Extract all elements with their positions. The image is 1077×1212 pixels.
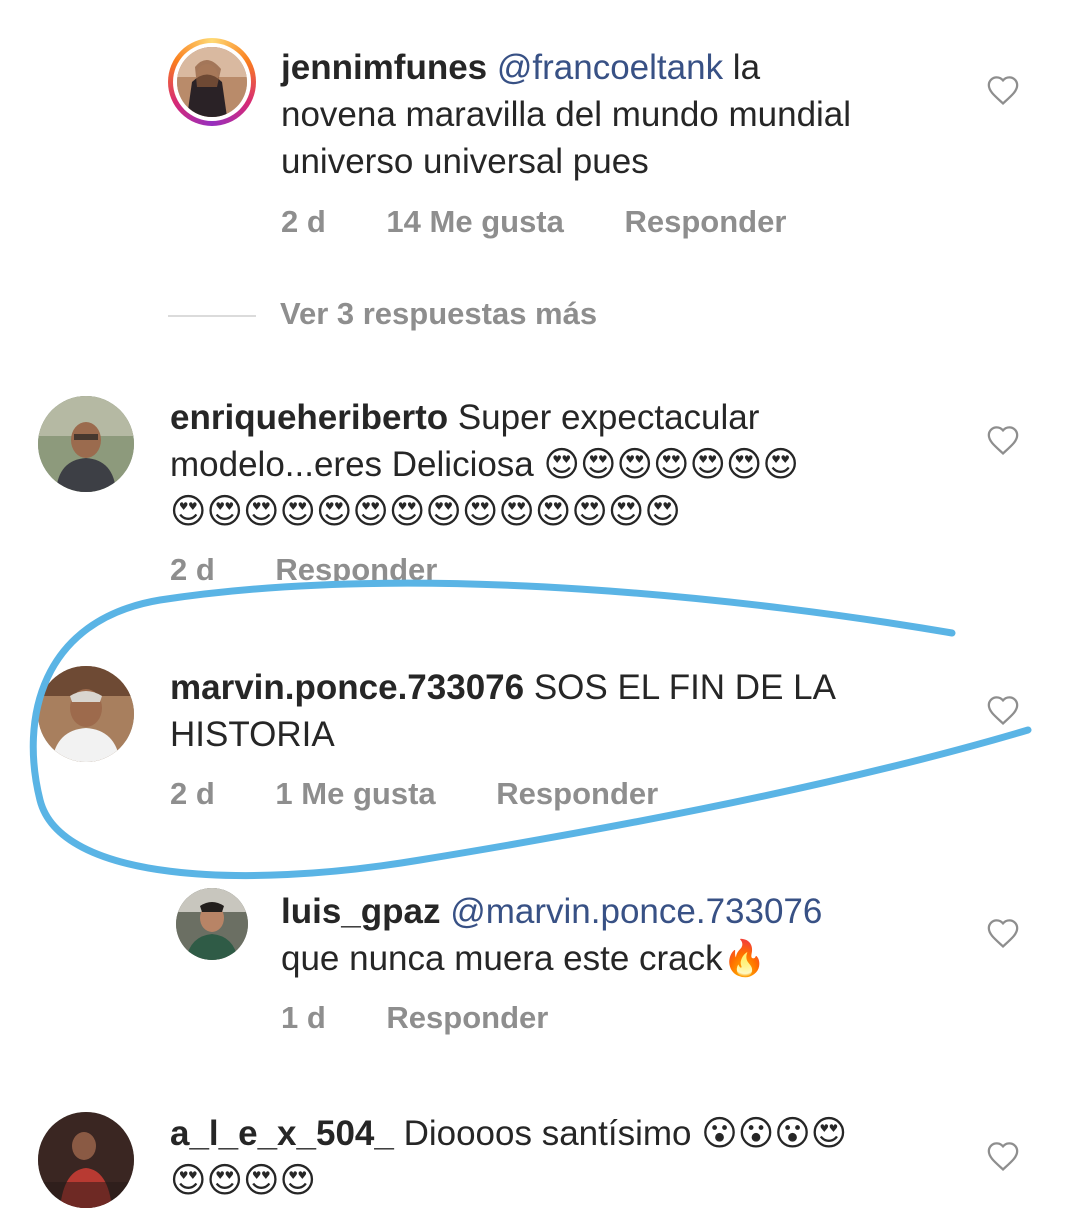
story-ring[interactable] xyxy=(168,38,256,126)
comment-text: que nunca muera este crack xyxy=(281,939,723,978)
comment-username[interactable]: marvin.ponce.733076 xyxy=(170,668,524,707)
comment-text: novena maravilla del mundo mundial xyxy=(281,95,852,134)
comment-text: universo universal pues xyxy=(281,142,649,181)
comment-time: 2 d xyxy=(170,776,215,811)
emoji-heart-eyes: 😍😍😍😍 xyxy=(170,1161,316,1200)
avatar[interactable] xyxy=(38,1112,134,1208)
avatar[interactable] xyxy=(38,666,134,762)
comment-time: 2 d xyxy=(170,552,215,587)
emoji-heart-eyes: 😍😍😍😍😍😍😍 xyxy=(543,445,799,484)
avatar[interactable] xyxy=(38,396,134,492)
comment-text: SOS EL FIN DE LA xyxy=(524,668,836,707)
avatar[interactable] xyxy=(177,47,247,117)
comment-username[interactable]: luis_gpaz xyxy=(281,892,440,931)
heart-outline-icon[interactable] xyxy=(986,424,1020,456)
heart-outline-icon[interactable] xyxy=(986,74,1020,106)
divider-line xyxy=(168,315,256,317)
comment-username[interactable]: jennimfunes xyxy=(281,48,487,87)
reply-button[interactable]: Responder xyxy=(496,776,658,811)
reply-button[interactable]: Responder xyxy=(275,552,437,587)
likes-count[interactable]: 14 Me gusta xyxy=(386,204,563,239)
emoji-fire: 🔥 xyxy=(722,939,767,978)
avatar[interactable] xyxy=(176,888,248,960)
mention-link[interactable]: @marvin.ponce.733076 xyxy=(450,892,822,931)
comment-time: 2 d xyxy=(281,204,326,239)
comment-time: 1 d xyxy=(281,1000,326,1035)
heart-outline-icon[interactable] xyxy=(986,694,1020,726)
mention-link[interactable]: @francoeltank xyxy=(497,48,723,87)
emoji-row: 😮😮😮😍 xyxy=(701,1114,848,1153)
emoji-heart-eyes: 😍😍😍😍😍😍😍😍😍😍😍😍😍😍 xyxy=(170,492,681,531)
comment-text: Dioooos santísimo xyxy=(393,1114,702,1153)
comment-text: la xyxy=(723,48,761,87)
comment-username[interactable]: enriqueheriberto xyxy=(170,398,448,437)
likes-count[interactable]: 1 Me gusta xyxy=(275,776,435,811)
comment-text: Super expectacular xyxy=(448,398,760,437)
comment-text: HISTORIA xyxy=(170,715,335,754)
reply-button[interactable]: Responder xyxy=(625,204,787,239)
view-more-label[interactable]: Ver 3 respuestas más xyxy=(280,296,597,332)
comment-text: modelo...eres Deliciosa xyxy=(170,445,544,484)
heart-outline-icon[interactable] xyxy=(986,917,1020,949)
heart-outline-icon[interactable] xyxy=(986,1140,1020,1172)
comment-username[interactable]: a_l_e_x_504_ xyxy=(170,1114,394,1153)
reply-button[interactable]: Responder xyxy=(386,1000,548,1035)
